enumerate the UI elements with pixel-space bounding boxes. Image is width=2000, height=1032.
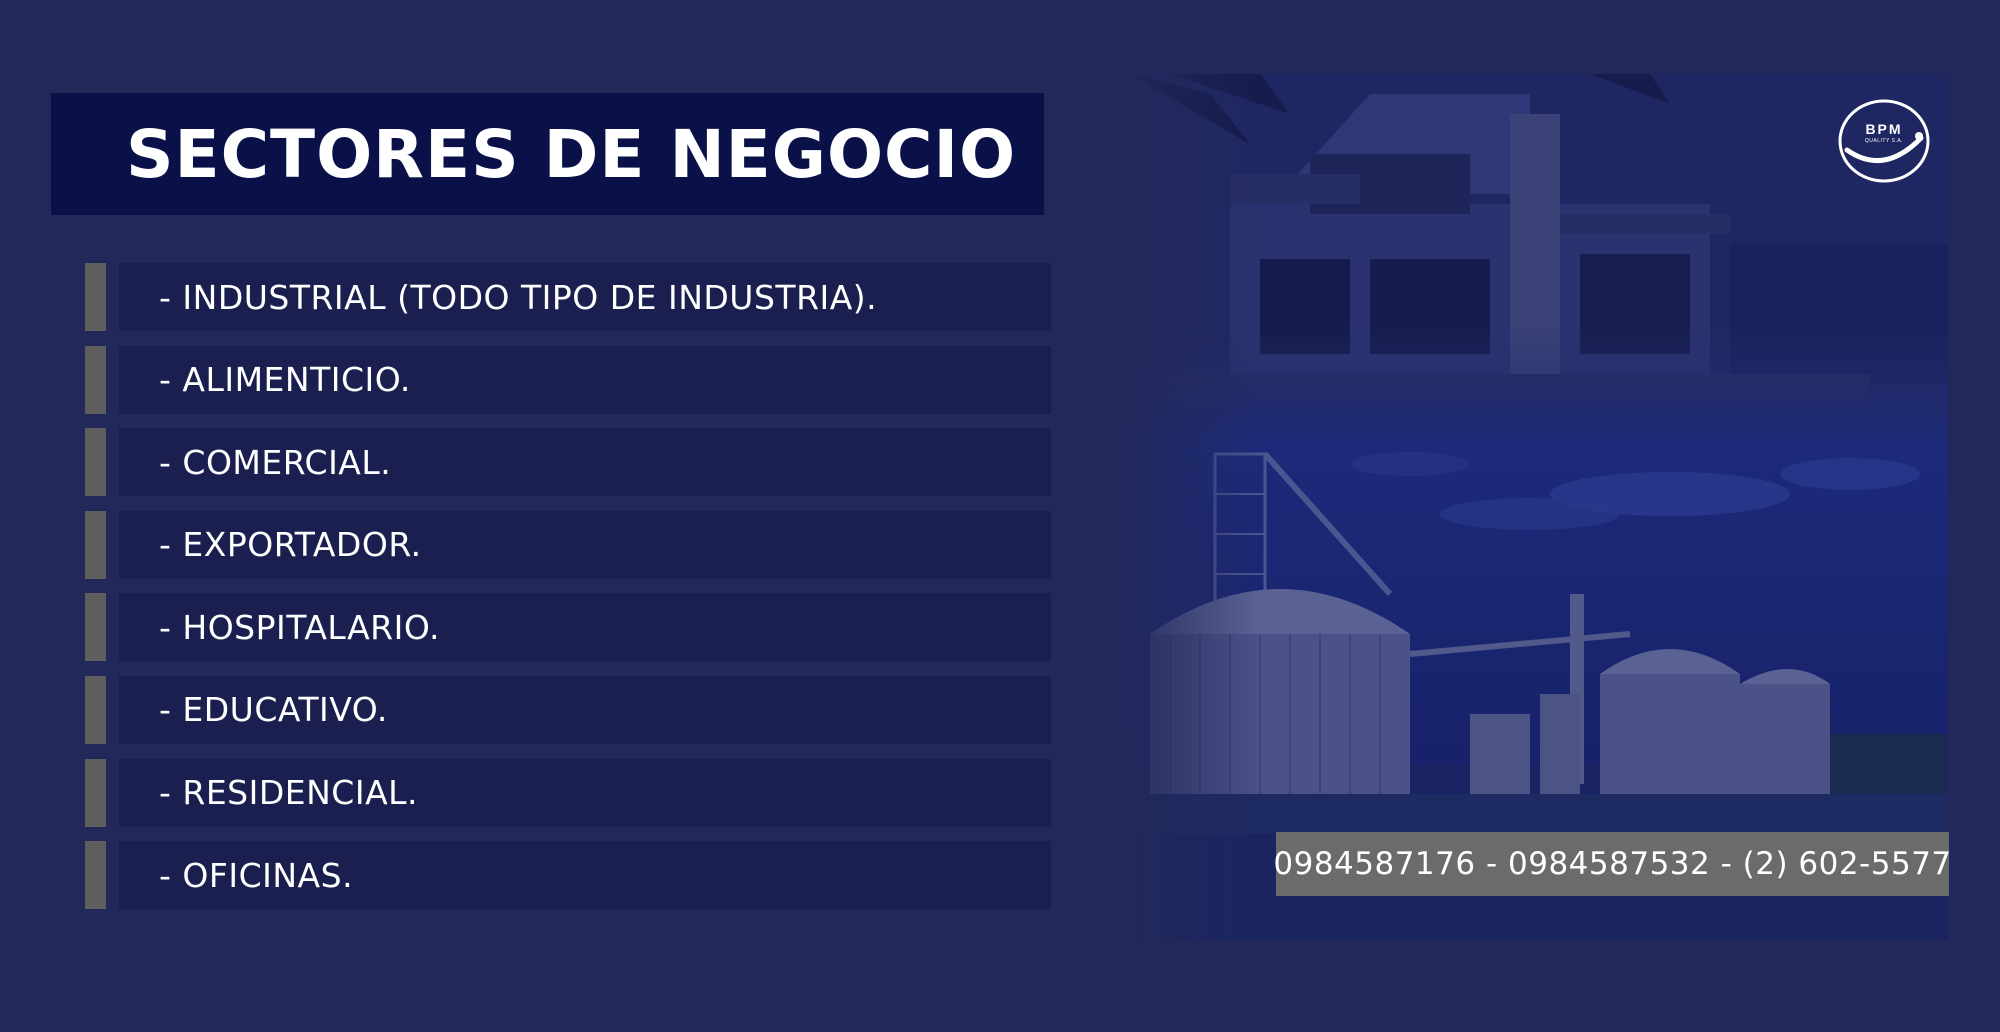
list-marker bbox=[85, 675, 106, 744]
list-marker bbox=[85, 841, 106, 910]
sector-bar: - HOSPITALARIO. bbox=[119, 593, 1051, 662]
sector-list: - INDUSTRIAL (TODO TIPO DE INDUSTRIA). -… bbox=[85, 263, 1052, 924]
list-item: - OFICINAS. bbox=[85, 841, 1052, 910]
sector-label: - EXPORTADOR. bbox=[159, 525, 422, 565]
sector-label: - ALIMENTICIO. bbox=[159, 360, 411, 400]
list-marker bbox=[85, 593, 106, 662]
list-item: - EDUCATIVO. bbox=[85, 675, 1052, 744]
logo-text: BPM bbox=[1865, 121, 1903, 137]
contact-phones: 0984587176 - 0984587532 - (2) 602-5577 bbox=[1273, 846, 1952, 882]
sector-bar: - ALIMENTICIO. bbox=[119, 345, 1051, 414]
list-item: - INDUSTRIAL (TODO TIPO DE INDUSTRIA). bbox=[85, 263, 1052, 331]
page-title: SECTORES DE NEGOCIO bbox=[126, 115, 1017, 193]
sector-label: - OFICINAS. bbox=[159, 855, 354, 895]
title-banner: SECTORES DE NEGOCIO bbox=[51, 93, 1044, 215]
photo-collage bbox=[1110, 74, 1948, 940]
list-marker bbox=[85, 510, 106, 579]
list-marker bbox=[85, 758, 106, 827]
logo-subtext: QUALITY S.A. bbox=[1864, 138, 1904, 144]
contact-box: 0984587176 - 0984587532 - (2) 602-5577 bbox=[1273, 832, 1952, 896]
sector-bar: - OFICINAS. bbox=[119, 841, 1051, 910]
sector-label: - RESIDENCIAL. bbox=[159, 773, 419, 813]
list-marker bbox=[85, 263, 106, 331]
sector-bar: - COMERCIAL. bbox=[119, 428, 1051, 497]
sector-label: - EDUCATIVO. bbox=[159, 690, 388, 730]
sector-label: - INDUSTRIAL (TODO TIPO DE INDUSTRIA). bbox=[159, 277, 878, 317]
sector-bar: - EXPORTADOR. bbox=[119, 510, 1051, 579]
company-logo: BPM QUALITY S.A. bbox=[1837, 98, 1931, 184]
list-item: - COMERCIAL. bbox=[85, 428, 1052, 497]
sector-label: - HOSPITALARIO. bbox=[159, 607, 440, 647]
sector-bar: - RESIDENCIAL. bbox=[119, 758, 1051, 827]
sector-bar: - INDUSTRIAL (TODO TIPO DE INDUSTRIA). bbox=[119, 263, 1051, 331]
list-item: - RESIDENCIAL. bbox=[85, 758, 1052, 827]
list-item: - EXPORTADOR. bbox=[85, 510, 1052, 579]
sector-label: - COMERCIAL. bbox=[159, 442, 392, 482]
building-silo-illustration bbox=[1110, 74, 1948, 940]
list-marker bbox=[85, 345, 106, 414]
list-item: - ALIMENTICIO. bbox=[85, 345, 1052, 414]
sector-bar: - EDUCATIVO. bbox=[119, 675, 1051, 744]
list-marker bbox=[85, 428, 106, 497]
list-item: - HOSPITALARIO. bbox=[85, 593, 1052, 662]
